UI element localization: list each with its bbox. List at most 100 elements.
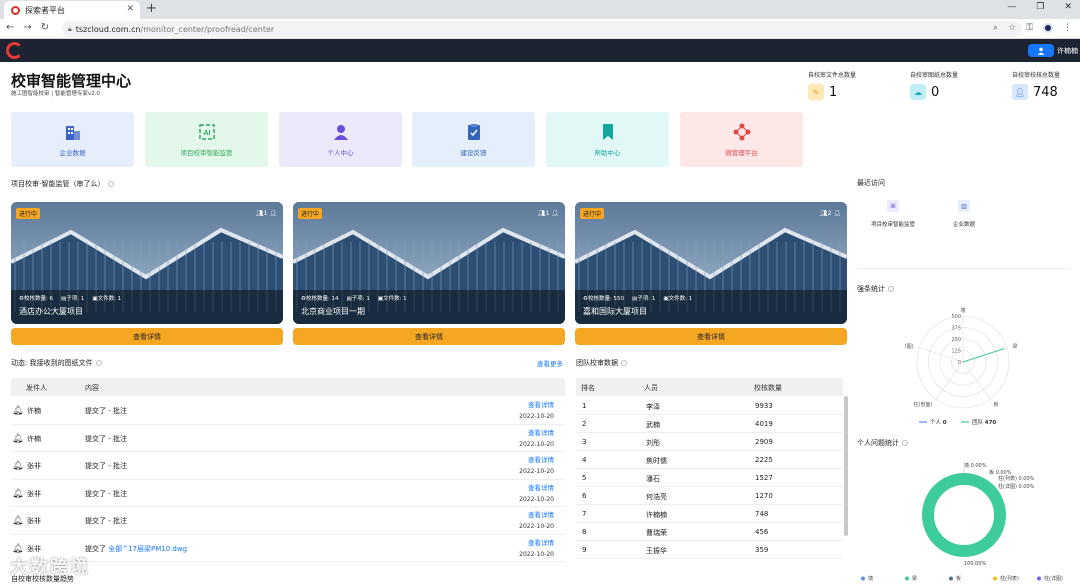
quick-card-project-supervision[interactable]: AI 项目校审智能监管 [145,112,268,167]
radar-indicator-label: 墙 [960,307,965,314]
app-logo-icon[interactable] [6,42,23,59]
stat-value: 748 [1033,85,1058,100]
project-card[interactable]: 进行中 👥︎1 👤︎ ♻︎校核数量: 6 ▤子项: 1 ▣文件数: 1 酒店办公大厦项目 [11,202,283,324]
rank: 4 [582,456,587,464]
divider [857,268,1070,269]
count: 359 [755,546,769,554]
view-details-button[interactable]: 查看详情 [293,328,565,345]
zoom-icon[interactable]: ⌕ [993,23,998,33]
team-row: 6 何浩亮 1270 [576,487,843,505]
row-content-text: 提交了 [85,544,106,553]
drawing-icon: ☁ [910,84,926,100]
view-details-button[interactable]: 查看详情 [11,328,283,345]
bookmark-icon [599,123,617,141]
view-details-link[interactable]: 查看详情 [528,482,554,492]
sub-label: 子项: [351,296,365,302]
sub-value: 1 [366,296,370,302]
legend-label: 个人 0 [930,419,947,426]
members-icon: 👥︎ [820,210,828,217]
members-icon: 👥︎ [538,210,546,217]
key-icon[interactable]: ⚿ [1026,23,1033,33]
legend-label: 墙 [868,575,873,582]
person: 潘石 [646,475,660,483]
radar-indicator-label: 柱(剖面) [914,401,933,408]
help-icon[interactable] [902,440,908,446]
sub-value: 1 [651,296,656,302]
check-label: 校核数量: [587,296,612,302]
help-icon[interactable] [621,360,627,366]
window-close-icon[interactable]: ✕ [1064,2,1072,12]
quick-card-help-center[interactable]: 帮助中心 [546,112,669,167]
user-avatar-button[interactable] [1028,44,1054,57]
chart-title-text: 个人问题统计 [857,439,899,447]
quick-card-label: 帮助中心 [594,148,621,157]
stat-value: 1 [829,85,838,100]
view-details-link[interactable]: 查看详情 [528,427,554,437]
view-details-link[interactable]: 查看详情 [528,399,554,409]
project-card[interactable]: 进行中 👥︎2 👤︎ ♻︎校核数量: 550 ▤子项: 1 ▣文件数: 1 嘉和国际大厦项… [575,202,847,324]
minimize-icon[interactable]: — [1007,2,1016,12]
col-rank: 排名 [581,384,595,392]
help-icon[interactable] [888,286,894,292]
file-link[interactable]: 全部^17层梁PM10.dwg [108,545,187,553]
document-icon: ✎ [808,84,824,100]
file-label: 文件数: [668,296,687,302]
team-row: 5 潘石 1527 [576,469,843,487]
count: 1270 [755,492,773,500]
menu-icon[interactable]: ⋮ [1063,23,1072,33]
count: 2909 [755,438,773,446]
quick-card-enterprise-data[interactable]: 企业数据 [11,112,134,167]
dynamic-row: 🔔︎ 许楠 提交了 - 批注 查看详情 2022-10-20 [11,397,565,425]
recent-item-project-supervision[interactable]: ⌘ 项目校审智能监管 [863,200,923,228]
quick-card-label: 企业数据 [59,148,86,157]
row-content-text: 提交了 - 批注 [85,489,127,498]
view-details-link[interactable]: 查看详情 [528,537,554,547]
restore-icon[interactable]: ❐ [1036,2,1044,12]
url-path: /monitor_center/proofread/center [140,24,275,34]
recent-item-label: 企业数据 [952,222,975,228]
view-more-link[interactable]: 查看更多 [537,358,563,368]
help-icon[interactable] [95,360,102,366]
user-name[interactable]: 许楠楠 [1057,46,1078,56]
project-sub-count: ▤子项: 1 [632,294,655,302]
project-file-count: ▣文件数: 1 [663,294,692,302]
url-input[interactable]: 🔒︎ tszcloud.com.cn/monitor_center/proofr… [62,21,1022,37]
section-title-text: 项目校审-智能监管（审了么） [11,180,105,188]
legend-label: 柱(列表) [1000,575,1019,582]
view-details-button[interactable]: 查看详情 [575,328,847,345]
project-members: 👥︎2 👤︎ [820,210,841,217]
quick-card-personal-center[interactable]: 个人中心 [279,112,402,167]
view-details-link[interactable]: 查看详情 [528,454,554,464]
pie-data-label: 柱(详图) 0.00% [998,483,1035,490]
projects-section-title: 项目校审-智能监管（审了么） [11,179,114,189]
quick-card-micro-management[interactable]: 微管理平台 [680,112,803,167]
page-title: 校审智能管理中心 [11,72,132,90]
team-row: 1 李泽 9933 [576,397,843,415]
col-count: 校核数量 [754,384,782,392]
browser-tab-bar: 探索者平台 ✕ + — ❐ ✕ [0,0,1080,19]
browser-tab[interactable]: 探索者平台 ✕ [4,1,140,19]
back-icon[interactable]: ← [6,22,14,33]
ai-icon: AI [198,123,216,141]
radar-indicator-label: 梁 [1012,343,1017,350]
help-icon[interactable] [107,181,114,187]
row-content-text: 提交了 - 批注 [85,407,127,415]
new-tab-icon[interactable]: + [146,1,157,16]
count: 9933 [755,402,773,410]
recent-item-enterprise-data[interactable]: ▥ 企业数据 [934,200,994,228]
radar-title: 强条统计 [857,284,894,294]
close-tab-icon[interactable]: ✕ [126,4,134,14]
view-details-link[interactable]: 查看详情 [528,509,554,519]
project-members: 👥︎1 👤︎ [256,210,277,217]
radar-indicator-label: 柱(详图) [905,343,914,350]
project-card[interactable]: 进行中 👥︎1 👤︎ ♻︎校核数量: 14 ▤子项: 1 ▣文件数: 1 北京商业项目一期 [293,202,565,324]
quick-card-feedback[interactable]: 建设反馈 [412,112,535,167]
team-row: 9 王振华 359 [576,541,843,559]
star-icon[interactable]: ☆ [1008,23,1016,33]
reload-icon[interactable]: ↻ [41,22,49,33]
profile-icon[interactable] [1043,23,1053,33]
row-sender: 许楠 [27,407,41,415]
forward-icon[interactable]: → [23,22,31,33]
team-table-scrollbar[interactable] [844,396,848,536]
person: 曹瑞荣 [646,529,667,537]
